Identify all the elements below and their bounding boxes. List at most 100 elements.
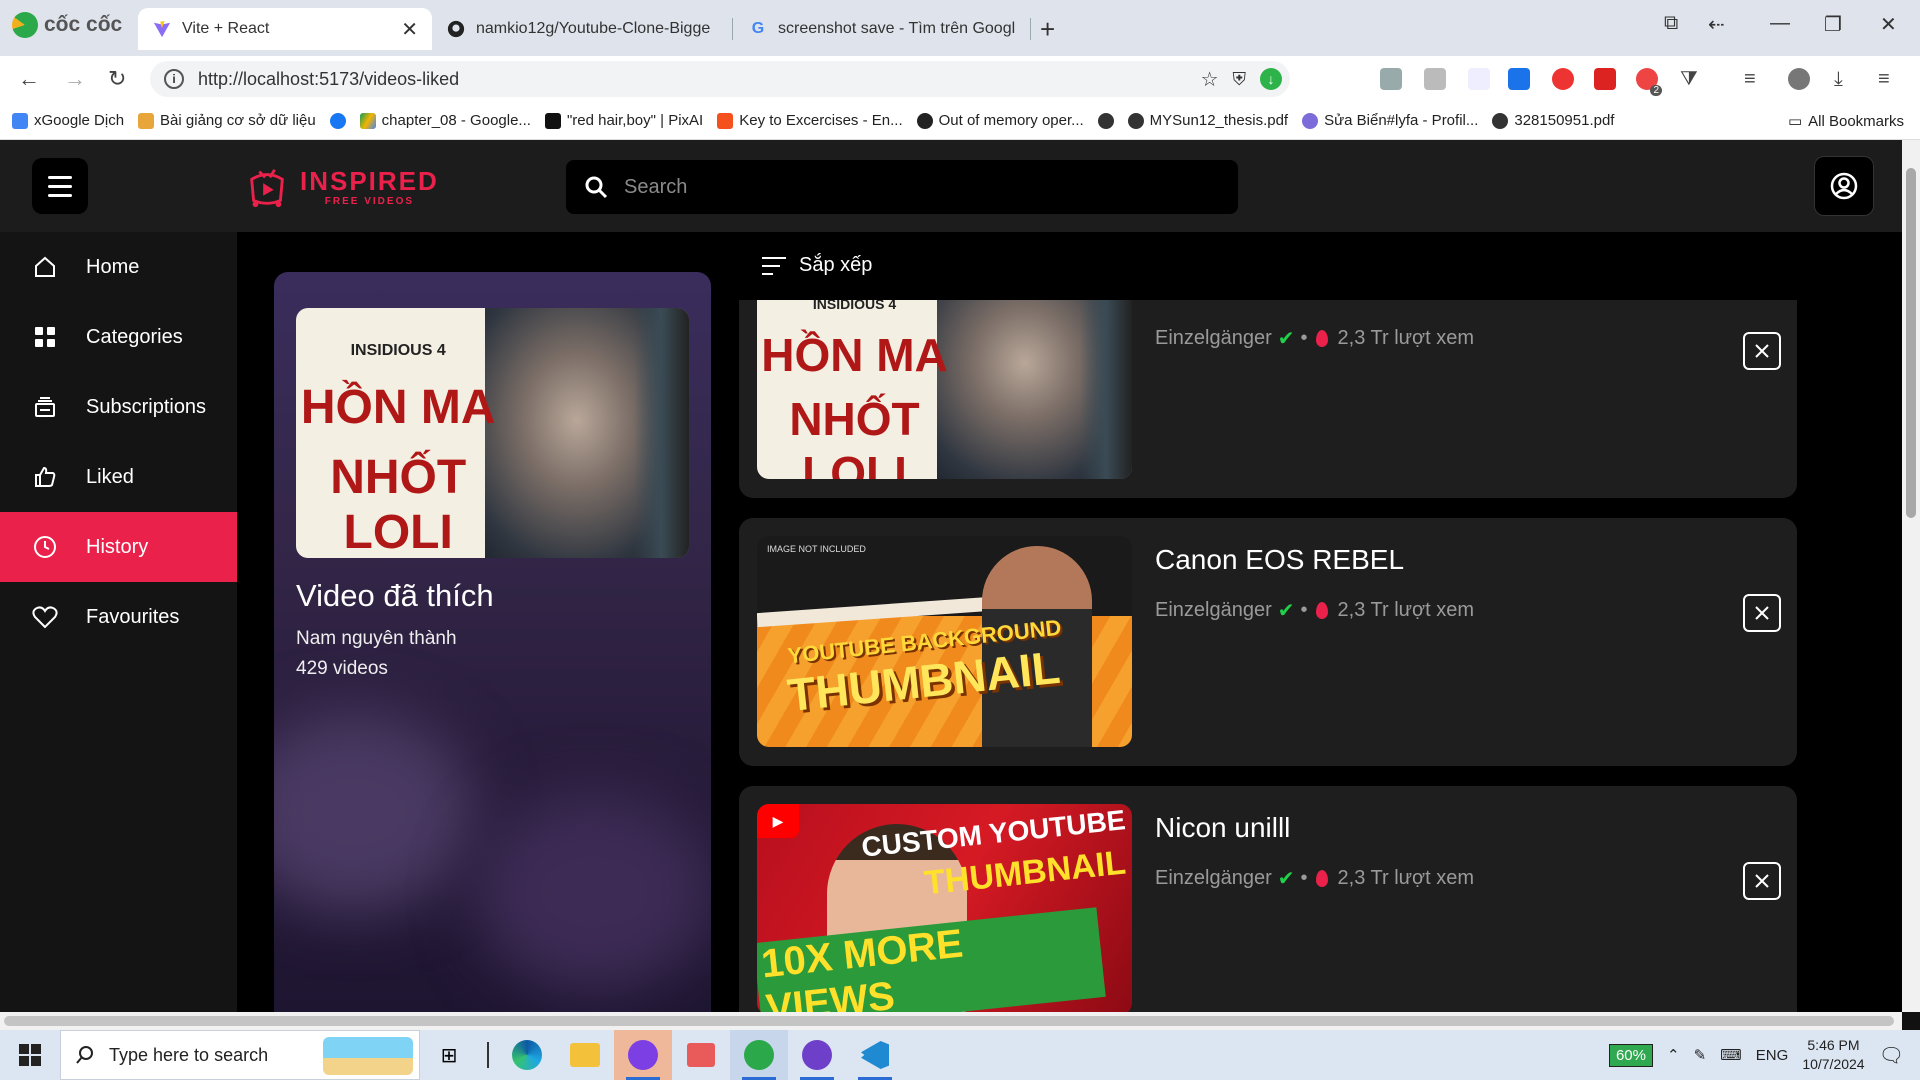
restore-button[interactable]: ❐ [1824, 12, 1842, 37]
extension-icon[interactable] [1594, 68, 1616, 90]
channel-name[interactable]: Einzelgänger [1155, 867, 1272, 890]
sort-button[interactable]: Sắp xếp [761, 254, 872, 277]
sidebar-item-favourites[interactable]: Favourites [0, 582, 237, 652]
bookmark-item[interactable] [329, 112, 346, 129]
bookmark-item[interactable]: Sửa Biển#lyfa - Profil... [1302, 112, 1478, 129]
video-row[interactable]: ▶ CUSTOM YOUTUBE THUMBNAIL 10X MORE VIEW… [739, 786, 1797, 1012]
star-icon[interactable]: ☆ [1201, 67, 1219, 92]
logo-wordmark: INSPIRED [300, 165, 439, 196]
edge-icon[interactable] [498, 1030, 556, 1080]
download-manager-icon[interactable] [1508, 68, 1530, 90]
search-input[interactable] [624, 175, 1184, 199]
bookmark-item[interactable]: "red hair,boy" | PixAI [544, 112, 703, 129]
site-info-icon[interactable]: i [164, 69, 184, 89]
start-button[interactable] [0, 1030, 60, 1080]
puzzle-icon[interactable]: ⧩ [1680, 68, 1702, 90]
close-window-button[interactable]: ✕ [1880, 12, 1897, 37]
thumbs-up-icon [32, 464, 58, 490]
scrollbar-thumb[interactable] [1906, 168, 1916, 518]
pen-icon[interactable]: ✎ [1694, 1046, 1707, 1064]
messenger-icon[interactable] [614, 1030, 672, 1080]
downloads-icon[interactable]: ⤓ [1834, 68, 1856, 90]
download-green-icon[interactable]: ↓ [1260, 68, 1282, 90]
video-row[interactable]: INSIDIOUS 4 HỒN MA NHỐT LOLI Einzelgänge… [739, 300, 1797, 498]
screen-capture-icon[interactable]: ⧉ [1664, 12, 1678, 35]
video-thumbnail[interactable]: ▶ CUSTOM YOUTUBE THUMBNAIL 10X MORE VIEW… [757, 804, 1132, 1012]
reload-icon[interactable]: ↻ [108, 66, 126, 92]
notification-icon[interactable]: 🗨 [1879, 1043, 1904, 1068]
coccoc-browser-icon[interactable] [730, 1030, 788, 1080]
forward-icon[interactable]: → [64, 66, 86, 92]
site-search-bar[interactable] [566, 160, 1238, 214]
account-button[interactable] [1814, 156, 1874, 216]
keyboard-icon[interactable]: ⌨ [1720, 1046, 1742, 1064]
video-thumbnail[interactable]: INSIDIOUS 4 HỒN MA NHỐT LOLI [757, 300, 1132, 479]
menu-icon[interactable]: ≡ [1878, 68, 1900, 90]
sidebar-item-history[interactable]: History [0, 512, 237, 582]
bookmark-item[interactable]: xGoogle Dịch [12, 112, 124, 129]
horizontal-scrollbar[interactable] [0, 1012, 1902, 1030]
bookmark-item[interactable]: Bài giảng cơ sở dữ liệu [138, 112, 316, 129]
tab-github-repo[interactable]: namkio12g/Youtube-Clone-Bigge [432, 8, 732, 50]
adblock-icon[interactable]: 2 [1636, 68, 1662, 96]
remove-video-button[interactable] [1743, 594, 1781, 632]
profile-avatar[interactable] [1788, 68, 1810, 90]
bookmark-item[interactable] [1097, 112, 1114, 129]
main-content: INSIDIOUS 4 HỒN MA NHỐT LOLI Video đã th… [237, 232, 1902, 1012]
vscode-icon[interactable] [846, 1030, 904, 1080]
sidebar-item-subscriptions[interactable]: Subscriptions [0, 372, 237, 442]
back-arrow-icon[interactable]: ⇠ [1708, 12, 1725, 37]
site-logo[interactable]: INSPIRED FREE VIDEOS [244, 164, 439, 210]
record-icon[interactable] [1552, 68, 1574, 90]
clock[interactable]: 5:46 PM 10/7/2024 [1802, 1036, 1864, 1074]
task-view-icon[interactable]: ⊞ [420, 1030, 478, 1080]
video-title[interactable]: Canon EOS REBEL [1155, 544, 1404, 576]
tab-vite-react[interactable]: Vite + React ✕ [138, 8, 432, 50]
home-icon [32, 254, 58, 280]
calculator-icon[interactable] [1424, 68, 1446, 90]
url-bar[interactable]: i http://localhost:5173/videos-liked ☆ ⛨… [150, 61, 1290, 97]
extension-icon[interactable] [1468, 68, 1490, 90]
snipping-tool-icon[interactable] [672, 1030, 730, 1080]
vertical-scrollbar[interactable] [1902, 140, 1920, 1012]
file-explorer-icon[interactable] [556, 1030, 614, 1080]
all-bookmarks-button[interactable]: ▭ All Bookmarks [1788, 112, 1904, 131]
channel-name[interactable]: Einzelgänger [1155, 599, 1272, 622]
bookmark-item[interactable]: 328150951.pdf [1492, 112, 1614, 129]
youtube-background-thumbnail-art: IMAGE NOT INCLUDED YOUTUBE BACKGROUND TH… [757, 536, 1132, 747]
bookmarks-bar: xGoogle Dịch Bài giảng cơ sở dữ liệu cha… [0, 102, 1920, 140]
sidebar-item-liked[interactable]: Liked [0, 442, 237, 512]
sidebar-item-categories[interactable]: Categories [0, 302, 237, 372]
remove-video-button[interactable] [1743, 332, 1781, 370]
channel-name[interactable]: Einzelgänger [1155, 327, 1272, 350]
bookmark-item[interactable]: Out of memory oper... [916, 112, 1084, 129]
video-title[interactable]: Nicon unilll [1155, 812, 1290, 844]
url-text[interactable]: http://localhost:5173/videos-liked [198, 69, 459, 90]
hamburger-menu-button[interactable] [32, 158, 88, 214]
scrollbar-thumb[interactable] [4, 1016, 1894, 1026]
minimize-button[interactable]: — [1770, 12, 1790, 35]
taskbar-search-box[interactable]: Type here to search [60, 1030, 420, 1080]
close-tab-icon[interactable]: ✕ [401, 17, 418, 42]
background-blur [274, 712, 474, 912]
new-tab-button[interactable]: + [1040, 14, 1055, 45]
tab-google-search[interactable]: G screenshot save - Tìm trên Googl [734, 8, 1034, 50]
back-icon[interactable]: ← [18, 66, 40, 92]
remove-video-button[interactable] [1743, 862, 1781, 900]
battery-indicator[interactable]: 60% [1608, 1043, 1653, 1067]
shield-icon[interactable]: ⛨ [1233, 69, 1247, 90]
github-desktop-icon[interactable] [788, 1030, 846, 1080]
extension-icon[interactable] [1380, 68, 1402, 90]
bookmark-item[interactable]: MYSun12_thesis.pdf [1127, 112, 1288, 129]
playlist-thumbnail[interactable]: INSIDIOUS 4 HỒN MA NHỐT LOLI [296, 308, 689, 558]
bookmark-item[interactable]: chapter_08 - Google... [359, 112, 531, 129]
chevron-up-icon[interactable]: ⌃ [1667, 1046, 1680, 1064]
browser-logo[interactable]: cốc cốc [12, 12, 122, 38]
video-thumbnail[interactable]: IMAGE NOT INCLUDED YOUTUBE BACKGROUND TH… [757, 536, 1132, 747]
video-row[interactable]: IMAGE NOT INCLUDED YOUTUBE BACKGROUND TH… [739, 518, 1797, 766]
playlist-icon[interactable]: ≡ [1744, 68, 1766, 90]
language-indicator[interactable]: ENG [1756, 1047, 1789, 1064]
globe-icon [1127, 112, 1144, 129]
sidebar-item-home[interactable]: Home [0, 232, 237, 302]
bookmark-item[interactable]: Key to Excercises - En... [717, 112, 903, 129]
